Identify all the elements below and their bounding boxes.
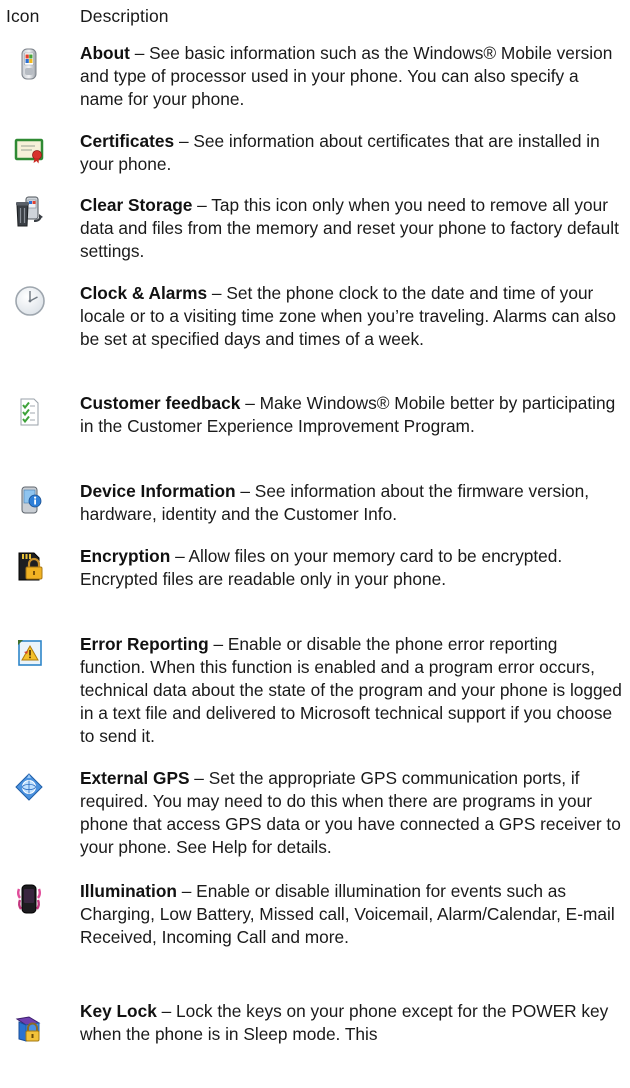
device-information-icon [14, 485, 44, 515]
item-title: Clear Storage [80, 195, 193, 215]
description-column-header: Description [80, 6, 169, 26]
customer-feedback-icon [14, 397, 44, 427]
item-title: Illumination [80, 881, 177, 901]
external-gps-icon [14, 772, 44, 802]
item-title: About [80, 43, 130, 63]
item-title: Clock & Alarms [80, 283, 208, 303]
item-text: – Lock the keys on your phone except for… [80, 1001, 609, 1044]
error-reporting-icon [14, 638, 44, 668]
certificates-icon [14, 136, 44, 166]
item-title: External GPS [80, 768, 190, 788]
item-title: Encryption [80, 546, 171, 566]
clear-storage-icon [14, 196, 44, 227]
clock-icon [14, 285, 45, 316]
item-title: Customer feedback [80, 393, 241, 413]
encryption-lock-icon [14, 550, 44, 581]
item-title: Certificates [80, 131, 175, 151]
item-title: Device Information [80, 481, 236, 501]
key-lock-icon [14, 1013, 44, 1043]
settings-icon-table: Icon Description About – See basic infor… [0, 0, 630, 1088]
item-title: Error Reporting [80, 634, 209, 654]
illumination-icon [14, 883, 44, 914]
item-text: – See basic information such as the Wind… [80, 43, 613, 109]
icon-column-header: Icon [6, 6, 40, 26]
item-title: Key Lock [80, 1001, 157, 1021]
about-phone-icon [14, 48, 44, 80]
